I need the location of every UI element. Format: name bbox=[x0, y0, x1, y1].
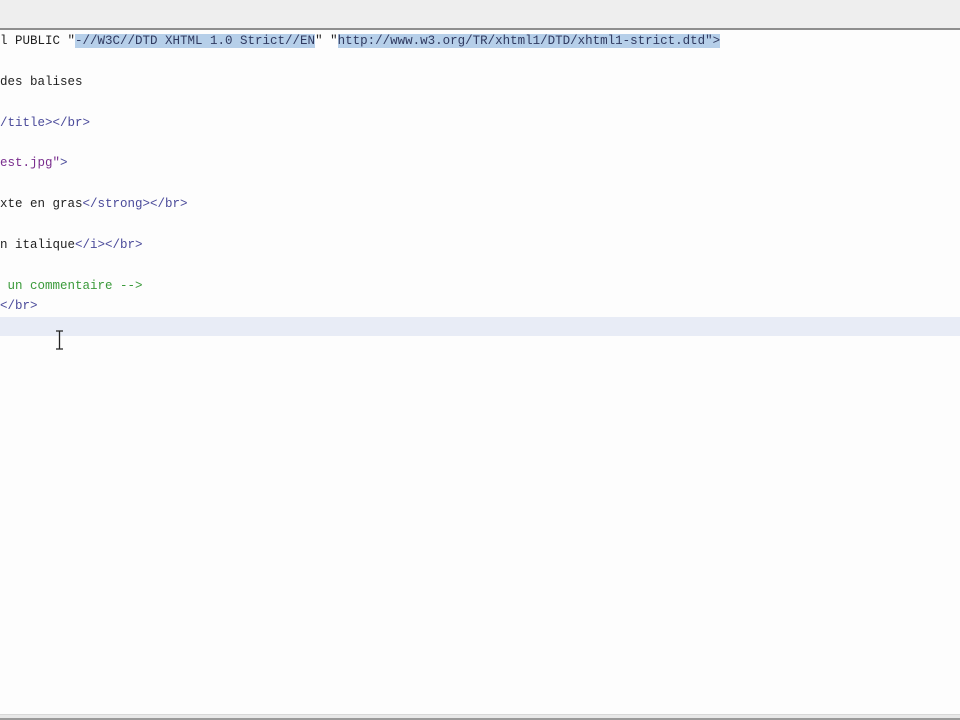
doctype-quote: " bbox=[705, 34, 713, 48]
code-line-strong[interactable]: xte en gras</strong></br> bbox=[0, 194, 188, 214]
italic-text: n italique bbox=[0, 238, 76, 252]
status-bar bbox=[0, 714, 960, 720]
doctype-end: > bbox=[712, 34, 721, 48]
code-line-img[interactable]: est.jpg"> bbox=[0, 153, 68, 173]
strong-text: xte en gras bbox=[0, 197, 83, 211]
code-line-doctype[interactable]: l PUBLIC "-//W3C//DTD XHTML 1.0 Strict//… bbox=[0, 31, 721, 51]
code-editor[interactable] bbox=[0, 30, 960, 714]
doctype-fpi-selected: -//W3C//DTD XHTML 1.0 Strict//EN bbox=[75, 34, 316, 48]
toolbar bbox=[0, 0, 960, 30]
code-line-title-text[interactable]: des balises bbox=[0, 72, 83, 92]
code-line-br[interactable]: </br> bbox=[0, 296, 38, 316]
doctype-url-selected: http://www.w3.org/TR/xhtml1/DTD/xhtml1-s… bbox=[337, 34, 706, 48]
br-close-tag: </br> bbox=[0, 299, 38, 313]
italic-close-tag: </i></br> bbox=[75, 238, 143, 252]
current-line-highlight bbox=[0, 317, 960, 336]
code-line-title-close[interactable]: /title></br> bbox=[0, 113, 90, 133]
code-line-comment[interactable]: un commentaire --> bbox=[0, 276, 143, 296]
doctype-prefix: l PUBLIC " bbox=[0, 34, 76, 48]
title-text: des balises bbox=[0, 75, 83, 89]
html-comment: un commentaire --> bbox=[0, 279, 143, 293]
img-src-value: est.jpg" bbox=[0, 156, 61, 170]
text-cursor-ibeam-icon bbox=[56, 330, 63, 350]
doctype-separator: " " bbox=[315, 34, 338, 48]
img-tag-end: > bbox=[60, 156, 68, 170]
strong-close-tag: </strong></br> bbox=[82, 197, 188, 211]
code-line-italic[interactable]: n italique</i></br> bbox=[0, 235, 143, 255]
title-close-tag: /title></br> bbox=[0, 116, 91, 130]
